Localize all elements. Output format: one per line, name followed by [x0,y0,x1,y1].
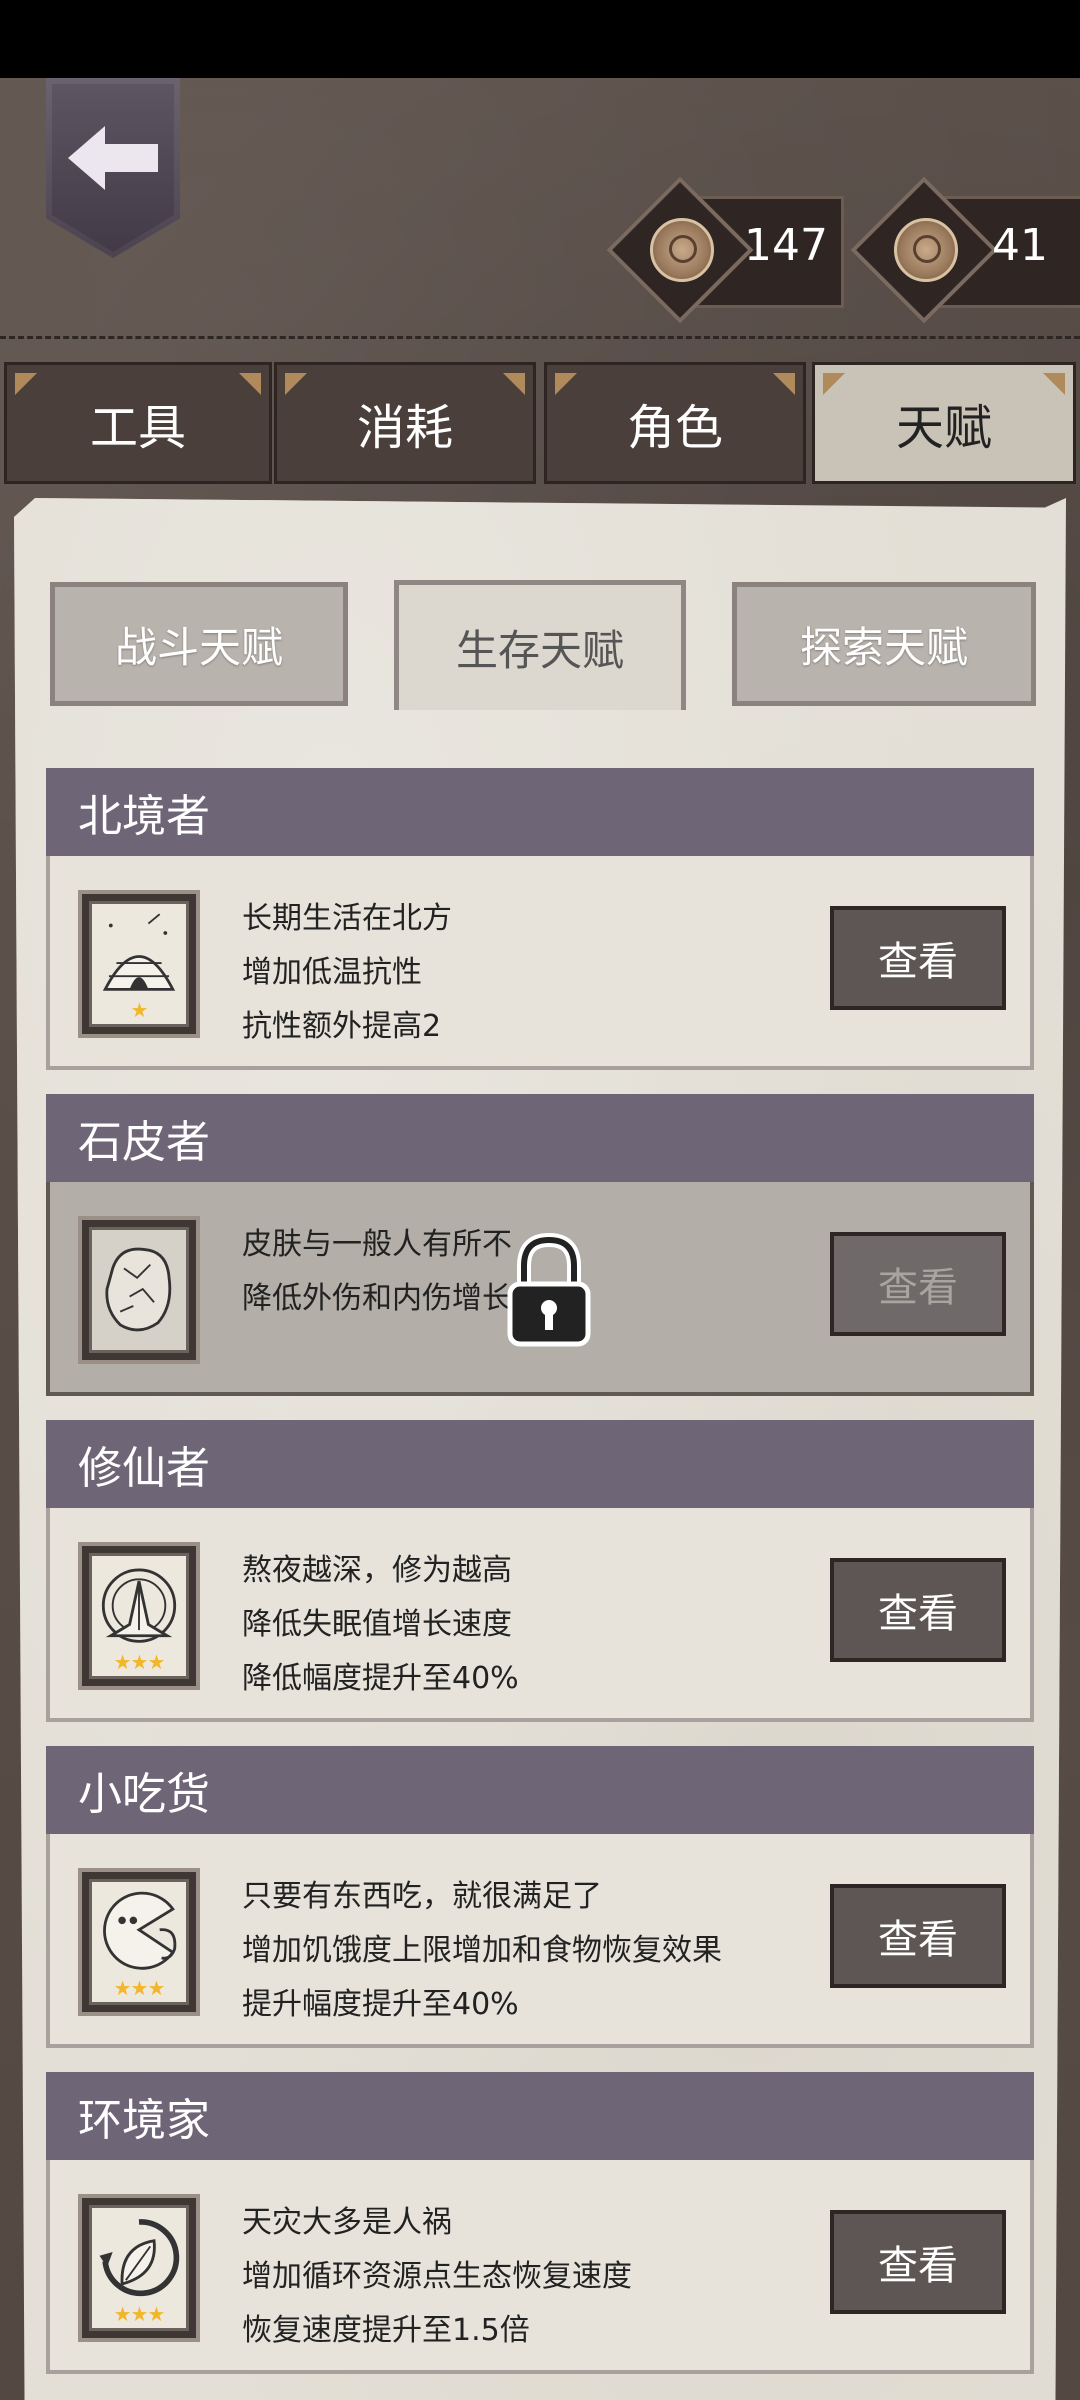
talent-name: 环境家 [46,2072,1034,2160]
star-rating: ★★★ [113,2302,166,2326]
star-rating: ★★★ [113,1976,166,2000]
stitch-divider [0,336,1080,343]
desc-line: 增加低温抗性 [242,955,422,990]
desc-line: 天灾大多是人祸 [242,2205,452,2240]
talent-body: ★★★ 熬夜越深，修为越高 降低失眠值增长速度 降低幅度提升至40% 查看 [46,1508,1034,1722]
desc-line: 皮肤与一般人有所不 [242,1227,512,1262]
desc-line: 增加饥饿度上限增加和食物恢复效果 [242,1933,722,1968]
talent-card: 修仙者 ★★★ 熬夜越深，修为越高 降低失眠值增长速度 降低幅度提升至40% 查… [46,1420,1034,1722]
view-button[interactable]: 查看 [830,1232,1006,1336]
talent-name: 石皮者 [46,1094,1034,1182]
status-bar [0,0,1080,78]
rock-icon [78,1216,200,1364]
star-rating: ★★★ [113,1650,166,1674]
desc-line: 熬夜越深，修为越高 [242,1553,512,1588]
rock-graphic [105,1247,172,1332]
coin-icon [650,218,714,282]
corner-ornament [823,373,845,395]
sub-tab-label: 战斗天赋 [114,622,283,672]
talent-description: 只要有东西吃，就很满足了 增加饥饿度上限增加和食物恢复效果 提升幅度提升至40% [242,1870,722,2032]
talent-body: 皮肤与一般人有所不 降低外伤和内伤增长 查看 [46,1182,1034,1396]
desc-line: 提升幅度提升至40% [242,1987,519,2022]
view-button[interactable]: 查看 [830,906,1006,1010]
praying-hands-icon: ★★★ [78,1542,200,1690]
desc-line: 抗性额外提高2 [242,1009,442,1044]
corner-ornament [285,373,307,395]
talent-name: 小吃货 [46,1746,1034,1834]
corner-ornament [773,373,795,395]
view-button[interactable]: 查看 [830,2210,1006,2314]
talent-name: 北境者 [46,768,1034,856]
corner-ornament [15,373,37,395]
tab-explore-talents[interactable]: 探索天赋 [732,582,1036,706]
talent-description: 天灾大多是人祸 增加循环资源点生态恢复速度 恢复速度提升至1.5倍 [242,2196,632,2358]
talent-description: 长期生活在北方 增加低温抗性 抗性额外提高2 [242,892,452,1054]
medal-icon [894,218,958,282]
tab-label: 消耗 [356,400,453,456]
back-arrow-icon [68,126,158,190]
desc-line: 降低失眠值增长速度 [242,1607,512,1642]
desc-line: 降低幅度提升至40% [242,1661,519,1696]
corner-ornament [1043,373,1065,395]
talent-card-locked: 石皮者 皮肤与一般人有所不 降低外伤和内伤增长 查看 [46,1094,1034,1396]
tab-tools[interactable]: 工具 [4,362,272,484]
tab-combat-talents[interactable]: 战斗天赋 [50,582,348,706]
talent-card: 环境家 ★★★ 天灾大多是人祸 增加循环资源点生态恢复速度 恢复速度提升至1.5… [46,2072,1034,2374]
tab-character[interactable]: 角色 [544,362,806,484]
desc-line: 恢复速度提升至1.5倍 [242,2313,530,2348]
talent-body: ★ 长期生活在北方 增加低温抗性 抗性额外提高2 查看 [46,856,1034,1070]
corner-ornament [555,373,577,395]
leaf-recycle-icon: ★★★ [78,2194,200,2342]
talent-body: ★★★ 天灾大多是人祸 增加循环资源点生态恢复速度 恢复速度提升至1.5倍 查看 [46,2160,1034,2374]
star-rating: ★ [130,998,149,1022]
tab-label: 天赋 [895,400,992,456]
corner-ornament [503,373,525,395]
talent-description: 熬夜越深，修为越高 降低失眠值增长速度 降低幅度提升至40% [242,1544,519,1706]
currency-value-2: 41 [992,220,1048,271]
talent-name: 修仙者 [46,1420,1034,1508]
talent-card: 北境者 ★ 长期生活在北方 增加低温抗性 抗性额外提高2 查看 [46,768,1034,1070]
tab-label: 工具 [89,400,186,456]
tab-survival-talents[interactable]: 生存天赋 [394,580,686,710]
igloo-icon: ★ [78,890,200,1038]
currency-value-1: 147 [744,220,828,271]
corner-ornament [239,373,261,395]
view-button[interactable]: 查看 [830,1558,1006,1662]
view-button[interactable]: 查看 [830,1884,1006,1988]
tab-consumables[interactable]: 消耗 [274,362,536,484]
sub-tab-label: 探索天赋 [799,622,968,672]
desc-line: 只要有东西吃，就很满足了 [242,1879,602,1914]
sub-tab-label: 生存天赋 [455,626,624,675]
desc-line: 降低外伤和内伤增长 [242,1281,512,1316]
desc-line: 长期生活在北方 [242,901,452,936]
talent-card: 小吃货 ★★★ 只要有东西吃，就很满足了 增加饥饿度上限增加和食物恢复效果 提升… [46,1746,1034,2048]
talent-description: 皮肤与一般人有所不 降低外伤和内伤增长 [242,1218,512,1326]
talent-body: ★★★ 只要有东西吃，就很满足了 增加饥饿度上限增加和食物恢复效果 提升幅度提升… [46,1834,1034,2048]
lock-icon [507,1232,591,1347]
desc-line: 增加循环资源点生态恢复速度 [242,2259,632,2294]
tab-talents[interactable]: 天赋 [812,362,1076,484]
eating-face-icon: ★★★ [78,1868,200,2016]
tab-label: 角色 [626,400,723,456]
